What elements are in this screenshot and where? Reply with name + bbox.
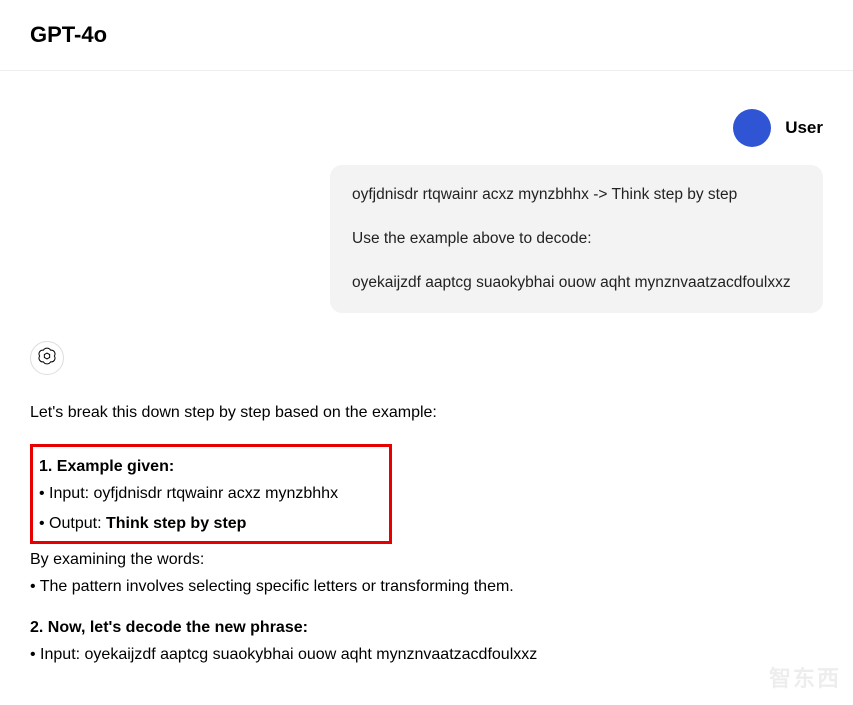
- user-label: User: [785, 118, 823, 138]
- user-avatar: [733, 109, 771, 147]
- user-message-line2: Use the example above to decode:: [352, 227, 801, 251]
- example-input-label: • Input:: [39, 485, 94, 502]
- openai-logo-icon: [37, 346, 57, 371]
- user-header-row: User: [30, 109, 823, 147]
- decode-title: 2. Now, let's decode the new phrase:: [30, 614, 823, 641]
- highlight-box: 1. Example given: • Input: oyfjdnisdr rt…: [30, 444, 392, 544]
- page-title: GPT-4o: [30, 22, 823, 48]
- conversation: User oyfjdnisdr rtqwainr acxz mynzbhhx -…: [0, 109, 853, 669]
- example-output-label: • Output:: [39, 515, 106, 532]
- assistant-message: Let's break this down step by step based…: [30, 399, 823, 669]
- user-message-line1: oyfjdnisdr rtqwainr acxz mynzbhhx -> Thi…: [352, 183, 801, 207]
- user-message-bubble: oyfjdnisdr rtqwainr acxz mynzbhhx -> Thi…: [330, 165, 823, 313]
- decode-input-line: • Input: oyekaijzdf aaptcg suaokybhai ou…: [30, 641, 823, 668]
- example-output-value: Think step by step: [106, 515, 246, 532]
- header: GPT-4o: [0, 0, 853, 71]
- example-title: 1. Example given:: [39, 453, 383, 480]
- decode-input-value: oyekaijzdf aaptcg suaokybhai ouow aqht m…: [85, 646, 538, 663]
- example-output-line: • Output: Think step by step: [39, 510, 383, 537]
- example-input-value: oyfjdnisdr rtqwainr acxz mynzbhhx: [94, 485, 339, 502]
- user-message-line3: oyekaijzdf aaptcg suaokybhai ouow aqht m…: [352, 271, 801, 295]
- assistant-block: Let's break this down step by step based…: [30, 341, 823, 669]
- example-input-line: • Input: oyfjdnisdr rtqwainr acxz mynzbh…: [39, 480, 383, 507]
- decode-input-label: • Input:: [30, 646, 85, 663]
- assistant-avatar: [30, 341, 64, 375]
- assistant-intro: Let's break this down step by step based…: [30, 399, 823, 426]
- examine-lead: By examining the words:: [30, 546, 823, 573]
- examine-bullet: • The pattern involves selecting specifi…: [30, 573, 823, 600]
